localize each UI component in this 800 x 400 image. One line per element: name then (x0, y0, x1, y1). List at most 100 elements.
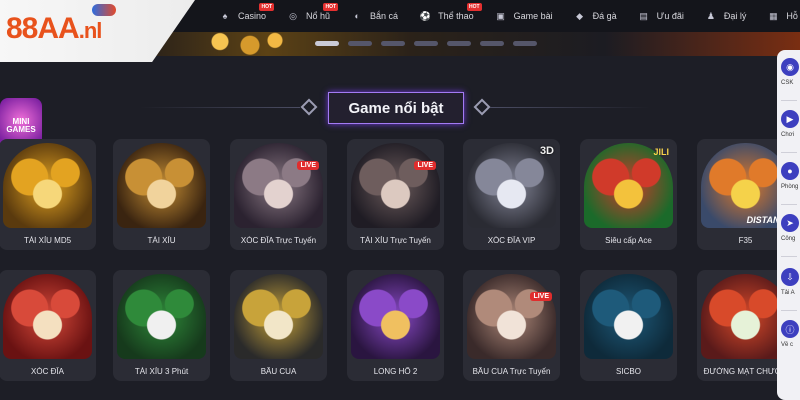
download-icon: ⇩ (781, 268, 799, 286)
rail-item[interactable]: ◉ CSK (777, 50, 800, 102)
title-line-left (140, 107, 300, 108)
carousel-dots (315, 41, 537, 46)
logo-text: 88AA.nl (6, 12, 103, 46)
game-thumbnail (351, 143, 440, 228)
carousel-dot[interactable] (315, 41, 339, 46)
nav-label: Thể thao (438, 11, 474, 21)
game-title: BẦU CUA Trực Tuyến (472, 367, 551, 376)
nav-label: Đá gà (592, 11, 617, 21)
diamond-icon (300, 98, 318, 116)
rail-label: Chơi (781, 132, 794, 138)
rail-item[interactable]: ⇩ Tải A (777, 260, 800, 312)
live-badge: LIVE (297, 161, 319, 170)
nav-item-3[interactable]: ⚽ Thể thao HOT (408, 0, 484, 32)
carousel-dot[interactable] (348, 41, 372, 46)
carousel-dot[interactable] (447, 41, 471, 46)
game-card[interactable]: LIVE TÀI XỈU Trực Tuyến (347, 139, 444, 250)
rail-divider (781, 152, 797, 153)
hot-badge: HOT (467, 3, 482, 11)
rail-item[interactable]: ➤ Công (777, 206, 800, 258)
game-title: TÀI XỈU (147, 236, 176, 245)
rail-divider (781, 256, 797, 257)
game-card[interactable]: BẦU CUA (230, 270, 327, 381)
rail-divider (781, 204, 797, 205)
rail-label: Tải A (781, 290, 795, 296)
title-line-right (490, 107, 650, 108)
carousel-dot[interactable] (414, 41, 438, 46)
info-icon: ⓘ (781, 320, 799, 338)
nav-label: Nổ hũ (306, 11, 331, 21)
play-icon: ▶ (781, 110, 799, 128)
game-card[interactable]: LIVE XÓC ĐĨA Trực Tuyến (230, 139, 327, 250)
nav-label: Casino (238, 11, 267, 21)
game-thumbnail (351, 274, 440, 359)
nav-label: Ưu đãi (656, 11, 684, 21)
carousel-dot[interactable] (480, 41, 504, 46)
section-title-text: Game nổi bật (348, 99, 444, 117)
game-title: LONG HỔ 2 (373, 367, 418, 376)
right-side-rail: ◉ CSK ▶ Chơi ● Phòng ➤ Công ⇩ Tải A ⓘ Về c (777, 50, 800, 400)
nav-item-0[interactable]: ♠ Casino HOT (208, 0, 276, 32)
game-thumbnail (3, 274, 92, 359)
game-title: Siêu cấp Ace (605, 236, 652, 245)
nav-item-5[interactable]: ◆ Đá gà (563, 0, 627, 32)
chat-icon: ● (781, 162, 799, 180)
game-card[interactable]: LIVE BẦU CUA Trực Tuyến (463, 270, 560, 381)
cards-icon: ▣ (496, 10, 505, 21)
coins-decoration (190, 32, 290, 56)
rail-label: Về c (781, 342, 794, 348)
nav-label: Đại lý (723, 11, 747, 21)
game-title: SICBO (616, 367, 641, 376)
carousel-dot[interactable] (381, 41, 405, 46)
rail-divider (781, 100, 797, 101)
mini-games-label: MINI GAMES (6, 116, 36, 134)
nav-item-6[interactable]: ▤ Ưu đãi (627, 0, 694, 32)
game-thumbnail (584, 274, 673, 359)
logo-main: 88AA (6, 12, 80, 45)
game-card[interactable]: TÀI XỈU MD5 (0, 139, 96, 250)
game-thumbnail (234, 143, 323, 228)
nav-label: Bắn cá (370, 11, 399, 21)
game-card[interactable]: LONG HỔ 2 (347, 270, 444, 381)
game-thumbnail (117, 143, 206, 228)
support-icon: ▦ (769, 10, 778, 21)
headset-icon: ◉ (781, 58, 799, 76)
game-card[interactable]: TÀI XỈU 3 Phút (113, 270, 210, 381)
game-title: BẦU CUA (260, 367, 297, 376)
nav-item-1[interactable]: ◎ Nổ hũ HOT (276, 0, 340, 32)
rail-label: Phòng (781, 184, 799, 190)
game-thumbnail (467, 274, 556, 359)
sports-icon: ⚽ (419, 10, 431, 21)
agent-icon: ♟ (706, 10, 715, 21)
page: ♠ Casino HOT ◎ Nổ hũ HOT ◐ Bắn cá ⚽ Thể thao HOT ▣ G… (0, 0, 800, 400)
game-thumbnail (3, 143, 92, 228)
nav-item-8[interactable]: ▦ Hỗ trợ (756, 0, 800, 32)
nav-item-2[interactable]: ◐ Bắn cá (340, 0, 408, 32)
logo-tld: .nl (78, 18, 103, 43)
main-nav: ♠ Casino HOT ◎ Nổ hũ HOT ◐ Bắn cá ⚽ Thể thao HOT ▣ G… (208, 0, 800, 32)
live-badge: LIVE (530, 292, 552, 301)
nav-label: Game bài (513, 11, 553, 21)
diamond-icon (473, 98, 491, 116)
game-title: TÀI XỈU Trực Tuyến (360, 236, 431, 245)
rail-item[interactable]: ▶ Chơi (777, 102, 800, 154)
game-title: XÓC ĐĨA VIP (487, 236, 536, 245)
provider-badge: JILI (653, 147, 669, 157)
nav-item-7[interactable]: ♟ Đại lý (694, 0, 757, 32)
game-title: TÀI XỈU MD5 (23, 236, 72, 245)
nav-item-4[interactable]: ▣ Game bài (484, 0, 563, 32)
game-card[interactable]: TÀI XỈU (113, 139, 210, 250)
game-card[interactable]: JILI Siêu cấp Ace (580, 139, 677, 250)
hot-badge: HOT (259, 3, 275, 11)
carousel-dot[interactable] (513, 41, 537, 46)
game-thumbnail (234, 274, 323, 359)
gift-icon: ▤ (639, 10, 648, 21)
game-card[interactable]: SICBO (580, 270, 677, 381)
rail-label: Công (781, 236, 796, 242)
rail-item[interactable]: ● Phòng (777, 154, 800, 206)
section-header: Game nổi bật (0, 88, 800, 128)
game-title: TÀI XỈU 3 Phút (134, 367, 189, 376)
game-card[interactable]: 3D XÓC ĐĨA VIP (463, 139, 560, 250)
game-card[interactable]: XÓC ĐĨA (0, 270, 96, 381)
rail-item[interactable]: ⓘ Về c (777, 312, 800, 364)
